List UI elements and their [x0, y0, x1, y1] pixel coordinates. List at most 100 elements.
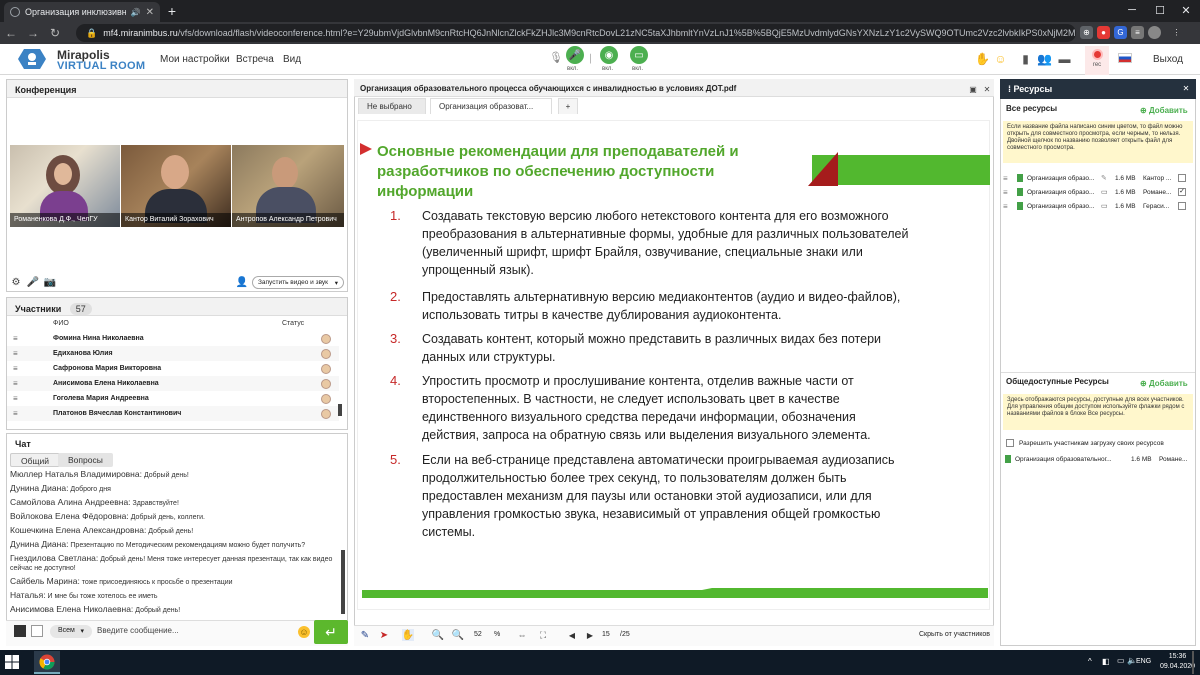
background-color-icon[interactable] — [31, 625, 43, 637]
public-resource-row[interactable]: Организация образовательног... 1.6 MB Ро… — [1003, 452, 1193, 466]
extension-icon[interactable]: ⊕ — [1080, 26, 1093, 39]
share-checkbox[interactable]: ✓ — [1178, 188, 1186, 196]
back-icon[interactable]: ← — [0, 23, 22, 43]
recipient-select[interactable]: Всем ▾ — [50, 625, 92, 638]
participant-row[interactable]: ≡ Едиханова Юлия — [7, 346, 339, 361]
users-icon[interactable]: 👥 — [1037, 51, 1052, 66]
browser-menu-icon[interactable]: ⋮ — [1170, 26, 1183, 39]
participant-row[interactable]: ≡ Гоголева Мария Андреевна — [7, 391, 339, 406]
send-button[interactable]: ↵ — [314, 620, 348, 644]
participant-row[interactable]: ≡ Сафронова Мария Викторовна — [7, 361, 339, 376]
monitor-icon[interactable]: ▭ — [1101, 188, 1111, 196]
folder-icon[interactable]: ▬ — [1057, 51, 1072, 66]
translate-icon[interactable]: G — [1114, 26, 1127, 39]
zoom-value[interactable]: 52 — [474, 631, 482, 638]
camera-settings-icon[interactable]: 📷 — [44, 276, 56, 288]
fit-page-icon[interactable]: ⛶ — [537, 629, 549, 641]
network-icon[interactable]: ▭ — [1117, 656, 1125, 665]
column-name-header[interactable]: ФИО — [53, 320, 69, 327]
camera-button[interactable]: ◉ — [600, 46, 618, 64]
add-tab-button[interactable]: + — [558, 98, 578, 114]
resource-name[interactable]: Организация образовательног... — [1015, 456, 1127, 463]
start-video-dropdown[interactable]: Запустить видео и звук ▾ — [252, 276, 344, 289]
resource-row[interactable]: ≡ Организация образо... ▭ 1.6 MB Романе... ✓ — [1003, 185, 1193, 199]
minimize-button[interactable]: ─ — [1122, 2, 1142, 18]
extension-icon[interactable]: ≡ — [1131, 26, 1144, 39]
add-resource-button[interactable]: ⊕ Добавить — [1140, 104, 1188, 116]
allow-upload-option[interactable]: Разрешить участникам загрузку своих ресу… — [1006, 439, 1164, 447]
close-icon[interactable]: ✕ — [982, 84, 992, 94]
url-bar[interactable]: 🔒 mf4.miranimbus.ru /vfs/download/flash/… — [76, 24, 1076, 42]
browser-tab[interactable]: Организация инклюзивно 🔊 ✕ — [4, 2, 160, 22]
video-tile[interactable]: Романенкова Д.Ф., ЧелГУ — [10, 145, 120, 227]
resource-name[interactable]: Организация образо... — [1027, 175, 1101, 182]
hide-from-participants-button[interactable]: Скрыть от участников — [919, 631, 990, 638]
resource-row[interactable]: ≡ Организация образо... ✎ 1.6 MB Кантор ... — [1003, 171, 1193, 185]
forward-icon[interactable]: → — [22, 23, 44, 43]
speaker-settings-icon[interactable]: ⚙ — [10, 276, 22, 288]
tab-document[interactable]: Организация образоват... — [430, 98, 552, 114]
share-checkbox[interactable] — [1178, 174, 1186, 182]
menu-meeting[interactable]: Встреча — [236, 54, 274, 65]
tab-close-icon[interactable]: ✕ — [146, 7, 154, 18]
drag-handle-icon[interactable]: ≡ — [13, 379, 27, 388]
drag-handle-icon[interactable]: ≡ — [13, 394, 27, 403]
reload-icon[interactable]: ↻ — [44, 23, 66, 43]
video-tile[interactable]: Кантор Виталий Зорахович — [121, 145, 231, 227]
fit-width-icon[interactable]: ⇔ — [516, 629, 528, 641]
record-button[interactable]: rec — [1085, 46, 1109, 75]
emoji-icon[interactable]: ☺ — [993, 51, 1008, 66]
video-tile[interactable]: Антропов Александр Петрович — [232, 145, 344, 227]
share-checkbox[interactable] — [1178, 202, 1186, 210]
close-window-button[interactable]: ✕ — [1176, 2, 1196, 18]
clock[interactable]: 15:36 09.04.2020 — [1160, 652, 1195, 672]
language-flag-icon[interactable] — [1118, 53, 1132, 63]
participants-scrollbar[interactable] — [338, 404, 342, 416]
participant-row[interactable]: ≡ Фомина Нина Николаевна — [7, 331, 339, 346]
drag-handle-icon[interactable]: ≡ — [1003, 202, 1013, 211]
pointer-icon[interactable]: ➤ — [378, 629, 390, 641]
stats-icon[interactable]: ▮ — [1018, 51, 1033, 66]
resource-name[interactable]: Организация образо... — [1027, 203, 1101, 210]
allow-upload-checkbox[interactable] — [1006, 439, 1014, 447]
mic-settings-icon[interactable]: 🎤 — [27, 276, 39, 288]
edit-icon[interactable]: ✎ — [1101, 174, 1111, 182]
drag-handle-icon[interactable]: ≡ — [13, 349, 27, 358]
next-page-icon[interactable]: ▶ — [585, 629, 595, 641]
drag-handle-icon[interactable]: ≡ — [13, 334, 27, 343]
tab-not-selected[interactable]: Не выбрано — [358, 98, 426, 114]
chat-input[interactable]: Введите сообщение... — [97, 626, 287, 638]
hand-tool-icon[interactable]: ✋ — [402, 629, 414, 641]
menu-my-settings[interactable]: Мои настройки — [160, 54, 230, 65]
chat-scrollbar[interactable] — [341, 550, 345, 614]
profile-avatar[interactable] — [1148, 26, 1161, 39]
menu-view[interactable]: Вид — [283, 54, 301, 65]
zoom-out-icon[interactable]: 🔍 — [452, 629, 464, 641]
maximize-icon[interactable]: ▣ — [968, 84, 978, 94]
new-tab-button[interactable]: + — [164, 3, 180, 19]
windows-start-icon[interactable] — [4, 654, 20, 670]
participant-row[interactable]: ≡ Анисимова Елена Николаевна — [7, 376, 339, 391]
monitor-icon[interactable]: ▭ — [1101, 202, 1111, 210]
tab-general[interactable]: Общий — [10, 453, 60, 467]
microphone-button[interactable]: 🎤 — [566, 46, 584, 64]
drag-handle-icon[interactable]: ≡ — [1003, 174, 1013, 183]
drag-handle-icon[interactable]: ≡ — [1003, 188, 1013, 197]
page-input[interactable]: 15 — [602, 631, 610, 638]
maximize-button[interactable]: ☐ — [1150, 2, 1170, 18]
tray-icon[interactable]: ◧ — [1102, 657, 1110, 666]
language-indicator[interactable]: ENG — [1136, 658, 1151, 665]
chrome-taskbar-button[interactable] — [34, 651, 60, 674]
tab-questions[interactable]: Вопросы — [58, 453, 113, 467]
resource-row[interactable]: ≡ Организация образо... ▭ 1.6 MB Гераси... — [1003, 199, 1193, 213]
raise-hand-icon[interactable]: ✋ — [975, 51, 990, 66]
drag-handle-icon[interactable]: ≡ — [13, 409, 27, 418]
emoji-icon[interactable]: ☺ — [298, 626, 310, 638]
add-public-resource-button[interactable]: ⊕ Добавить — [1140, 377, 1188, 389]
prev-page-icon[interactable]: ◀ — [567, 629, 577, 641]
close-icon[interactable]: ✕ — [1181, 83, 1191, 93]
text-color-icon[interactable] — [14, 625, 26, 637]
screen-share-button[interactable]: ▭ — [630, 46, 648, 64]
pen-icon[interactable]: ✎ — [359, 629, 371, 641]
tray-arrow-icon[interactable]: ^ — [1088, 657, 1092, 666]
